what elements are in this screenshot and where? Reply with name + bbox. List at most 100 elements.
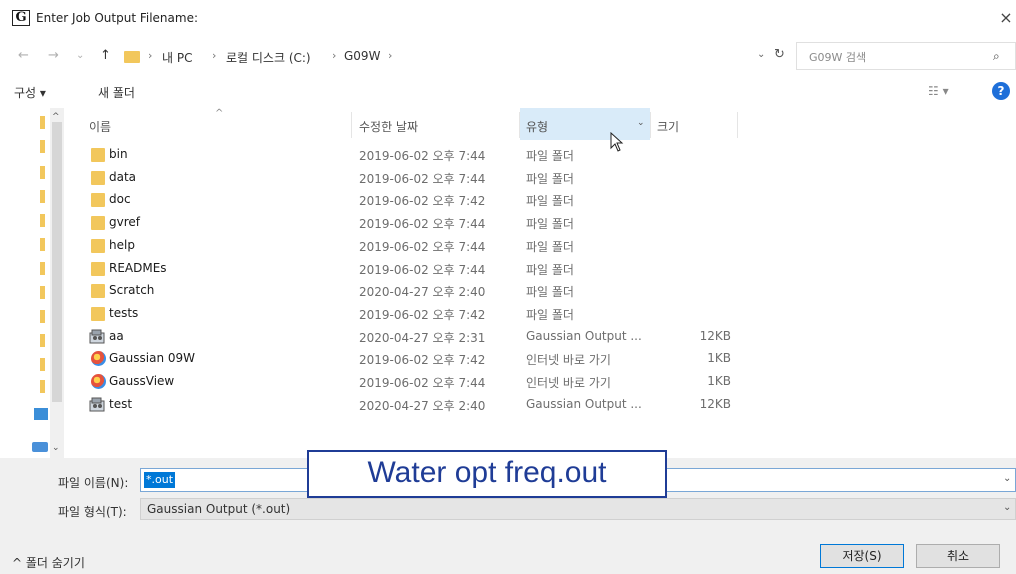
- close-icon[interactable]: ×: [996, 8, 1016, 28]
- folder-icon: [91, 193, 105, 208]
- file-list[interactable]: ^ 이름 수정한 날짜 유형 ⌄ 크기 bin 2019-06-02 오후 7:4…: [75, 108, 1016, 458]
- column-divider[interactable]: [519, 112, 520, 138]
- folder-icon[interactable]: [40, 310, 45, 323]
- folder-icon: [91, 170, 105, 185]
- internet-shortcut-icon: [91, 374, 106, 389]
- folder-icon[interactable]: [40, 358, 45, 371]
- file-row[interactable]: Scratch 2020-04-27 오후 2:40 파일 폴더: [75, 280, 1016, 302]
- up-arrow-icon[interactable]: ↑: [100, 48, 111, 63]
- file-date-modified: 2019-06-02 오후 7:44: [359, 376, 486, 390]
- this-pc-icon[interactable]: [34, 408, 48, 420]
- search-placeholder: G09W 검색: [809, 51, 867, 64]
- file-name: help: [109, 237, 135, 252]
- network-icon[interactable]: [32, 442, 48, 452]
- column-header-size[interactable]: 크기: [657, 118, 679, 135]
- filename-label: 파일 이름(N):: [58, 476, 129, 490]
- folder-icon[interactable]: [40, 190, 45, 203]
- file-date-modified: 2019-06-02 오후 7:44: [359, 239, 486, 254]
- file-date-modified: 2020-04-27 오후 2:40: [359, 398, 486, 413]
- folder-icon: [91, 306, 105, 321]
- file-name: tests: [109, 305, 139, 320]
- file-size: 1KB: [707, 351, 731, 366]
- folder-icon[interactable]: [40, 238, 45, 251]
- column-header-name[interactable]: 이름: [89, 118, 111, 135]
- folder-icon: [91, 216, 105, 231]
- file-row[interactable]: Gaussian 09W 2019-06-02 오후 7:42 인터넷 바로 가기 1…: [75, 348, 1016, 370]
- annotation-overlay: Water opt freq.out: [307, 450, 667, 498]
- folder-icon[interactable]: [40, 262, 45, 275]
- column-divider[interactable]: [737, 112, 738, 138]
- file-row[interactable]: tests 2019-06-02 오후 7:42 파일 폴더: [75, 303, 1016, 325]
- file-name: aa: [109, 328, 124, 343]
- navigation-pane[interactable]: ^ ⌄: [0, 108, 75, 458]
- breadcrumb-my-pc[interactable]: 내 PC: [162, 49, 192, 66]
- folder-icon[interactable]: [40, 286, 45, 299]
- new-folder-button[interactable]: 새 폴더: [98, 84, 135, 101]
- recent-locations-icon[interactable]: ⌄: [76, 50, 84, 61]
- nav-scrollbar[interactable]: [50, 108, 64, 458]
- hide-folders-toggle[interactable]: ^ 폴더 숨기기: [12, 554, 85, 571]
- file-row[interactable]: doc 2019-06-02 오후 7:42 파일 폴더: [75, 189, 1016, 211]
- app-icon: G: [12, 10, 30, 26]
- file-type: 파일 폴더: [526, 285, 574, 300]
- help-icon[interactable]: ?: [992, 82, 1010, 100]
- file-type: 파일 폴더: [526, 194, 574, 209]
- folder-icon[interactable]: [40, 380, 45, 393]
- folder-icon[interactable]: [40, 140, 45, 153]
- search-icon[interactable]: ⌕: [993, 49, 1000, 64]
- file-date-modified: 2020-04-27 오후 2:40: [359, 285, 486, 300]
- window-title: Enter Job Output Filename:: [36, 11, 198, 25]
- column-divider[interactable]: [351, 112, 352, 138]
- column-filter-dropdown-icon[interactable]: ⌄: [637, 118, 645, 128]
- nav-scrollbar-thumb[interactable]: [52, 122, 62, 402]
- filename-dropdown-icon[interactable]: ⌄: [1003, 473, 1011, 484]
- filetype-select[interactable]: Gaussian Output (*.out) ⌄: [140, 498, 1016, 520]
- file-name: test: [109, 396, 133, 411]
- address-dropdown-icon[interactable]: ⌄: [757, 49, 765, 60]
- file-row[interactable]: GaussView 2019-06-02 오후 7:44 인터넷 바로 가기 1KB: [75, 371, 1016, 393]
- file-type: 파일 폴더: [526, 239, 574, 254]
- folder-icon: [91, 148, 105, 162]
- file-row[interactable]: READMEs 2019-06-02 오후 7:44 파일 폴더: [75, 258, 1016, 280]
- annotation-text: Water opt freq.out: [367, 456, 607, 489]
- file-date-modified: 2019-06-02 오후 7:42: [359, 307, 486, 322]
- save-button[interactable]: 저장(S): [820, 544, 904, 568]
- scroll-down-icon[interactable]: ⌄: [52, 443, 60, 453]
- file-row[interactable]: data 2019-06-02 오후 7:44 파일 폴더: [75, 167, 1016, 189]
- column-header-type[interactable]: 유형: [526, 118, 548, 135]
- file-type: 파일 폴더: [526, 171, 574, 186]
- file-type: 파일 폴더: [526, 307, 574, 322]
- folder-icon[interactable]: [40, 116, 45, 129]
- filetype-label: 파일 형식(T):: [58, 505, 127, 519]
- sort-indicator-icon: ^: [215, 108, 224, 119]
- file-row[interactable]: help 2019-06-02 오후 7:44 파일 폴더: [75, 235, 1016, 257]
- file-row[interactable]: gvref 2019-06-02 오후 7:44 파일 폴더: [75, 212, 1016, 234]
- breadcrumb-separator[interactable]: ›: [388, 49, 392, 62]
- organize-button[interactable]: 구성 ▾: [14, 84, 46, 101]
- folder-icon[interactable]: [40, 214, 45, 227]
- forward-arrow-icon[interactable]: →: [48, 48, 59, 63]
- refresh-icon[interactable]: ↻: [774, 47, 785, 62]
- column-divider[interactable]: [650, 112, 651, 138]
- filetype-dropdown-icon[interactable]: ⌄: [1003, 502, 1011, 513]
- file-name: bin: [109, 147, 128, 161]
- file-row[interactable]: bin 2019-06-02 오후 7:44 파일 폴더: [75, 144, 1016, 166]
- folder-icon[interactable]: [40, 334, 45, 347]
- file-date-modified: 2019-06-02 오후 7:44: [359, 149, 486, 163]
- column-header-date[interactable]: 수정한 날짜: [359, 118, 418, 135]
- breadcrumb-local-disk[interactable]: 로컬 디스크 (C:): [226, 49, 311, 66]
- cancel-button[interactable]: 취소: [916, 544, 1000, 568]
- search-input[interactable]: G09W 검색 ⌕: [796, 42, 1016, 70]
- filename-value[interactable]: *.out: [144, 472, 176, 488]
- scroll-up-icon[interactable]: ^: [52, 112, 60, 122]
- breadcrumb-g09w[interactable]: G09W: [344, 49, 380, 63]
- folder-icon[interactable]: [40, 166, 45, 179]
- file-type: 파일 폴더: [526, 262, 574, 277]
- file-row[interactable]: aa 2020-04-27 오후 2:31 Gaussian Output ... 1…: [75, 326, 1016, 348]
- folder-icon: [91, 284, 105, 299]
- back-arrow-icon[interactable]: ←: [18, 48, 29, 63]
- file-row[interactable]: test 2020-04-27 오후 2:40 Gaussian Output ..…: [75, 394, 1016, 416]
- file-type: Gaussian Output ...: [526, 396, 642, 411]
- view-options-icon[interactable]: ☷ ▾: [928, 84, 949, 98]
- file-size: 12KB: [699, 396, 731, 411]
